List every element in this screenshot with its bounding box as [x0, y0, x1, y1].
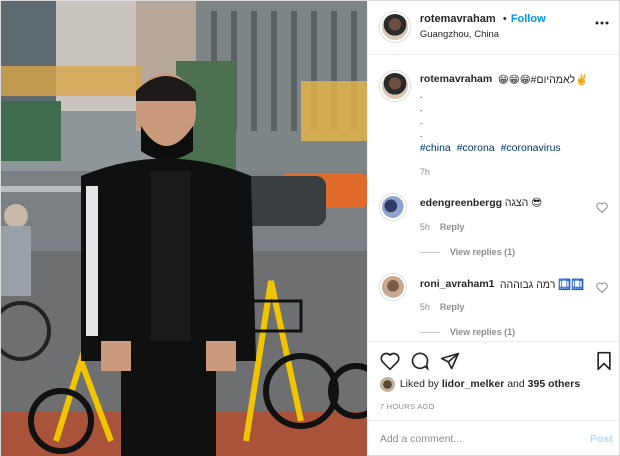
liked-by-prefix: Liked by — [399, 378, 442, 390]
post-photo[interactable] — [1, 1, 367, 456]
comment-username[interactable]: roni_avraham1 — [420, 278, 495, 290]
comment-heart-icon[interactable] — [596, 282, 608, 293]
comment-text: רמה גבוההה 🛄🛄 — [499, 279, 585, 291]
follow-button[interactable]: Follow — [511, 13, 546, 25]
post-location[interactable]: Guangzhou, China — [420, 29, 499, 40]
post-side-panel: rotemavraham • Follow Guangzhou, China r… — [366, 1, 620, 456]
author-avatar[interactable] — [379, 12, 410, 42]
liked-by-avatar[interactable] — [379, 377, 395, 392]
post-actions: Liked by lidor_melker and 395 others 7 H… — [367, 341, 620, 451]
commenter-avatar[interactable] — [379, 274, 406, 300]
liked-by-user[interactable]: lidor_melker — [442, 378, 504, 390]
post-header: rotemavraham • Follow Guangzhou, China — [367, 1, 620, 55]
instagram-post: rotemavraham • Follow Guangzhou, China r… — [0, 0, 620, 456]
caption-username[interactable]: rotemavraham — [420, 73, 492, 85]
reply-button[interactable]: Reply — [440, 222, 465, 232]
caption-text: 😁😁😁#לאמהיום✌️ — [497, 74, 589, 86]
post-comment-button[interactable]: Post — [590, 433, 613, 445]
street-scene-illustration — [1, 1, 367, 456]
liked-by-text: Liked by lidor_melker and 395 others — [400, 378, 580, 390]
liked-by-middle: and — [504, 378, 528, 390]
caption-dot: . — [419, 103, 423, 113]
comment-username[interactable]: edengreenbergg — [420, 197, 502, 209]
caption-avatar[interactable] — [379, 71, 410, 101]
author-username[interactable]: rotemavraham — [420, 13, 496, 25]
liked-by-count[interactable]: 395 others — [528, 378, 581, 390]
hashtag-link[interactable]: #coronavirus — [501, 142, 561, 154]
comment-time: 5h — [419, 222, 430, 232]
hashtag-link[interactable]: #corona — [457, 142, 495, 154]
reply-button[interactable]: Reply — [440, 302, 465, 312]
replies-divider-line — [419, 332, 440, 333]
post-timestamp: 7 HOURS AGO — [379, 402, 435, 411]
caption-dot: . — [419, 129, 423, 139]
comment-time: 5h — [419, 302, 430, 312]
caption-time: 7h — [419, 167, 430, 177]
caption-dot: . — [419, 90, 423, 100]
replies-divider-line — [419, 252, 440, 253]
heart-icon[interactable] — [380, 351, 400, 371]
separator-dot: • — [502, 13, 507, 25]
more-horizontal-icon[interactable] — [595, 17, 609, 29]
add-comment-input[interactable] — [379, 433, 570, 445]
caption-dots: . . . . — [420, 89, 423, 141]
comment-bar: Post — [367, 420, 620, 456]
comment-icon[interactable] — [410, 351, 430, 371]
caption-dot: . — [419, 116, 423, 126]
share-icon[interactable] — [440, 351, 460, 371]
commenter-avatar[interactable] — [379, 194, 406, 220]
hashtag-link[interactable]: #china — [420, 142, 451, 154]
view-replies-link[interactable]: View replies (1) — [450, 247, 515, 257]
bookmark-icon[interactable] — [594, 351, 614, 371]
caption-hashtags: #china #corona #coronavirus — [420, 142, 564, 154]
comment-text: הצגה 😎 — [504, 197, 543, 209]
view-replies-link[interactable]: View replies (1) — [450, 327, 515, 337]
comment-heart-icon[interactable] — [596, 202, 608, 213]
